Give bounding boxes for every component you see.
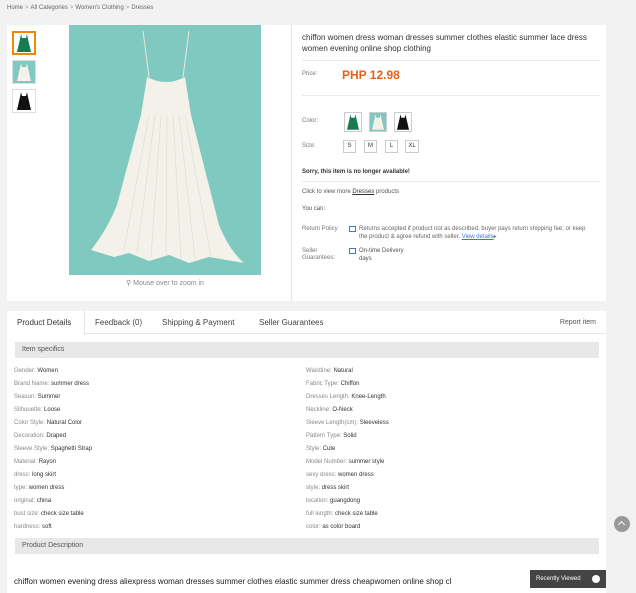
breadcrumb-womens-clothing[interactable]: Women's Clothing xyxy=(75,5,123,11)
spec-item: full length: check size table xyxy=(306,511,378,517)
spec-item: original: china xyxy=(14,498,52,504)
recently-viewed-button[interactable]: Recently Viewed xyxy=(530,570,606,588)
dress-icon xyxy=(17,34,31,52)
spec-item: Brand Name: summer dress xyxy=(14,381,90,387)
breadcrumb: Home > All Categories > Women's Clothing > Dre… xyxy=(7,5,153,11)
return-policy-row: Return Policy Returns accepted if produc… xyxy=(302,225,600,243)
thumbnail-list xyxy=(12,31,38,118)
size-option-s[interactable]: S xyxy=(343,140,356,153)
view-more-text: Click to view more Dresses products xyxy=(302,189,400,195)
color-label: Color: xyxy=(302,118,319,124)
magnifier-icon: ⚲ xyxy=(126,280,132,287)
spec-item: location: guangdong xyxy=(306,498,361,504)
spec-item: Sleeve Length(cm): Sleeveless xyxy=(306,420,389,426)
spec-item: Model Number: summer style xyxy=(306,459,385,465)
breadcrumb-dresses[interactable]: Dresses xyxy=(131,5,153,11)
size-option-l[interactable]: L xyxy=(385,140,398,153)
spec-item: Pattern Type: Solid xyxy=(306,433,357,439)
breadcrumb-separator: > xyxy=(69,5,74,11)
color-row: Color: xyxy=(302,112,600,134)
zoom-hint: ⚲ Mouse over to zoom in xyxy=(126,280,204,287)
product-description-text: chiffon women evening dress aliexpress w… xyxy=(14,577,452,586)
spec-item: type: women dress xyxy=(14,485,65,491)
dresses-category-link[interactable]: Dresses xyxy=(352,189,374,195)
price-row: Price: PHP 12.98 xyxy=(302,67,600,89)
spec-item: Dresses Length: Knee-Length xyxy=(306,394,386,400)
product-card: ⚲ Mouse over to zoom in chiffon women dr… xyxy=(7,25,606,301)
dress-icon xyxy=(17,63,31,81)
details-card: Product Details Feedback (0) Shipping & … xyxy=(7,311,606,593)
vertical-divider xyxy=(291,25,292,301)
return-policy-icon xyxy=(349,226,356,232)
unavailable-notice: Sorry, this item is no longer available! xyxy=(302,169,410,175)
dress-icon xyxy=(397,114,409,130)
dress-icon xyxy=(372,114,384,130)
color-swatch-green[interactable] xyxy=(344,112,362,132)
dress-icon xyxy=(347,114,359,130)
seller-guarantee-label: Seller Guarantees: xyxy=(302,248,336,261)
spec-item: Decoration: Draped xyxy=(14,433,67,439)
spec-item: Season: Summer xyxy=(14,394,61,400)
divider xyxy=(302,60,600,61)
spec-item: hardness: soft xyxy=(14,524,52,530)
spec-item: bust size: check size table xyxy=(14,511,84,517)
spec-item: Color Style: Natural Color xyxy=(14,420,83,426)
spec-item: Gender: Women xyxy=(14,368,58,374)
spec-item: dress: long skirt xyxy=(14,472,57,478)
chevron-up-icon xyxy=(592,575,600,583)
size-option-xl[interactable]: XL xyxy=(405,140,419,153)
color-swatch-white[interactable] xyxy=(369,112,387,132)
product-description-header: Product Description xyxy=(15,538,599,554)
breadcrumb-separator: > xyxy=(25,5,29,11)
tab-product-details[interactable]: Product Details xyxy=(17,318,71,327)
delivery-days-text: days xyxy=(359,256,372,262)
you-can-label: You can: xyxy=(302,206,326,212)
main-product-image[interactable] xyxy=(69,25,261,275)
spec-item: Style: Cute xyxy=(306,446,336,452)
breadcrumb-home[interactable]: Home xyxy=(7,5,23,11)
spec-item: Waistline: Natural xyxy=(306,368,353,374)
divider xyxy=(302,95,600,96)
view-details-link[interactable]: View details xyxy=(462,234,494,240)
product-title: chiffon women dress woman dresses summer… xyxy=(302,33,587,53)
report-item-link[interactable]: Report item xyxy=(560,319,596,326)
thumbnail-green-dress[interactable] xyxy=(12,31,36,55)
spec-item: sexy dress: women dress xyxy=(306,472,374,478)
price-label: Price: xyxy=(302,71,318,77)
tab-bar: Product Details Feedback (0) Shipping & … xyxy=(7,311,606,334)
price-value: PHP 12.98 xyxy=(342,68,400,82)
spec-item: Fabric Type: Chiffon xyxy=(306,381,360,387)
thumbnail-black-dress[interactable] xyxy=(12,89,36,113)
thumbnail-white-dress[interactable] xyxy=(12,60,36,84)
breadcrumb-separator: > xyxy=(125,5,130,11)
spec-item: color: as color board xyxy=(306,524,361,530)
tab-shipping-payment[interactable]: Shipping & Payment xyxy=(162,318,235,327)
on-time-delivery-text: On-time Delivery xyxy=(359,248,404,254)
spec-item: style: dress skirt xyxy=(306,485,350,491)
tab-seller-guarantees[interactable]: Seller Guarantees xyxy=(259,318,323,327)
arrow-right-icon: ▸ xyxy=(493,234,497,240)
seller-guarantee-row: Seller Guarantees: On-time Delivery days xyxy=(302,247,600,265)
divider xyxy=(302,181,600,182)
size-row: Size: S M L XL xyxy=(302,140,600,156)
size-option-m[interactable]: M xyxy=(364,140,377,153)
spec-item: Neckline: O-Neck xyxy=(306,407,353,413)
spec-item: Sleeve Style: Spaghetti Strap xyxy=(14,446,93,452)
tab-feedback[interactable]: Feedback (0) xyxy=(95,318,142,327)
color-swatch-black[interactable] xyxy=(394,112,412,132)
delivery-icon xyxy=(349,248,356,254)
breadcrumb-all-categories[interactable]: All Categories xyxy=(31,5,68,11)
scroll-to-top-button[interactable] xyxy=(614,516,630,532)
spec-item: Material: Rayon xyxy=(14,459,57,465)
white-dress-image xyxy=(69,25,261,275)
dress-icon xyxy=(17,92,31,110)
item-specifics-header: Item specifics xyxy=(15,342,599,358)
return-policy-label: Return Policy xyxy=(302,226,338,232)
product-info: chiffon women dress woman dresses summer… xyxy=(302,32,600,265)
spec-item: Silhouette: Loose xyxy=(14,407,61,413)
size-label: Size: xyxy=(302,143,316,149)
